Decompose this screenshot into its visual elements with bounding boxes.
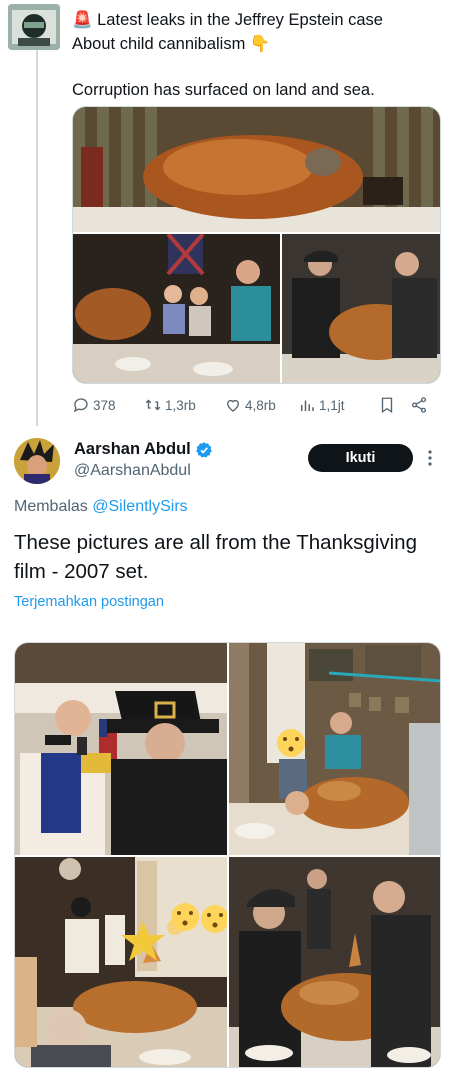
reply-tweet-media[interactable] <box>14 642 441 1068</box>
share-icon <box>411 397 427 413</box>
follow-button[interactable]: Ikuti <box>308 444 413 472</box>
replying-prefix: Membalas <box>14 498 88 515</box>
parent-tweet-text: 🚨 Latest leaks in the Jeffrey Epstein ca… <box>72 8 442 102</box>
reply-count: 378 <box>93 397 116 413</box>
parent-avatar[interactable] <box>8 4 60 50</box>
translate-post-link[interactable]: Terjemahkan postingan <box>14 594 164 610</box>
parent-media-photo-3[interactable] <box>282 234 440 383</box>
parent-media-photo-2[interactable] <box>73 234 280 383</box>
reply-media-photo-4[interactable] <box>229 857 440 1067</box>
thread-connector-line <box>36 46 38 426</box>
reply-media-photo-2[interactable] <box>229 643 440 855</box>
reply-media-photo-1[interactable] <box>15 643 227 855</box>
display-name: Aarshan Abdul <box>74 440 191 458</box>
parent-media-photo-1[interactable] <box>73 107 440 232</box>
parent-avatar-image <box>8 4 60 50</box>
parent-tweet-media[interactable] <box>72 106 441 384</box>
repost-count: 1,3rb <box>165 397 196 413</box>
repost-icon <box>145 399 161 411</box>
reply-tweet-text: These pictures are all from the Thanksgi… <box>14 531 417 583</box>
like-action[interactable]: 4,8rb <box>224 396 298 414</box>
replying-to-mention[interactable]: @SilentlySirs <box>92 498 187 515</box>
repost-action[interactable]: 1,3rb <box>144 396 224 414</box>
share-action[interactable] <box>410 396 434 414</box>
verified-badge-icon <box>195 441 212 458</box>
heart-icon <box>227 399 239 412</box>
parent-tweet-line-1: 🚨 Latest leaks in the Jeffrey Epstein ca… <box>72 11 383 29</box>
parent-tweet-line-3: Corruption has surfaced on land and sea. <box>72 81 375 99</box>
reply-author-handle[interactable]: @AarshanAbdul <box>74 462 191 480</box>
replying-to-line: Membalas @SilentlySirs <box>14 498 188 516</box>
bookmark-action[interactable] <box>378 396 410 414</box>
views-count: 1,1jt <box>319 397 345 413</box>
reply-icon <box>73 398 88 413</box>
like-count: 4,8rb <box>245 397 276 413</box>
bookmark-icon <box>381 397 393 414</box>
parent-tweet-line-2: About child cannibalism 👇 <box>72 35 271 53</box>
more-dots-icon[interactable] <box>424 448 436 468</box>
reply-author-avatar[interactable] <box>14 438 60 484</box>
reply-author-name[interactable]: Aarshan Abdul <box>74 440 213 459</box>
reply-action[interactable]: 378 <box>72 396 144 414</box>
reply-media-photo-3[interactable] <box>15 857 227 1067</box>
views-action[interactable]: 1,1jt <box>298 396 378 414</box>
views-icon <box>301 400 314 411</box>
parent-tweet-actions: 378 1,3rb 4,8rb 1,1jt <box>72 392 442 418</box>
